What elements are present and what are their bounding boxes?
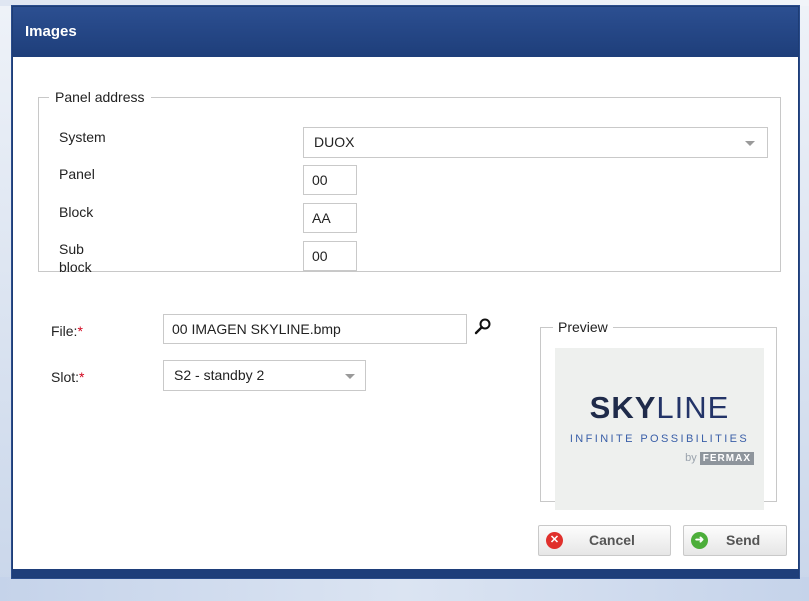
file-required-mark: * <box>77 323 83 339</box>
file-label: File:* <box>51 323 83 339</box>
preview-group: Preview SKYLINE INFINITE POSSIBILITIES b… <box>540 319 777 510</box>
panel-label: Panel <box>59 166 95 182</box>
dialog-title: Images <box>25 23 77 40</box>
preview-image: SKYLINE INFINITE POSSIBILITIES by FERMAX <box>555 348 764 510</box>
subblock-label-line2: block <box>59 259 92 275</box>
cancel-button[interactable]: ✕ Cancel <box>538 525 671 556</box>
slot-select-value: S2 - standby 2 <box>174 367 265 383</box>
dialog-title-bar[interactable]: Images <box>13 7 798 57</box>
search-icon[interactable] <box>473 317 493 337</box>
send-button-label: Send <box>726 532 761 548</box>
panel-address-group: Panel address System DUOX Panel 00 Block… <box>38 89 781 275</box>
system-select-value: DUOX <box>314 134 355 150</box>
send-icon: ➜ <box>691 532 708 549</box>
block-label: Block <box>59 204 94 220</box>
system-select[interactable]: DUOX <box>303 127 768 158</box>
subblock-input[interactable]: 00 <box>303 241 357 271</box>
background-bottom <box>0 577 809 601</box>
send-button[interactable]: ➜ Send <box>683 525 787 556</box>
slot-label: Slot:* <box>51 369 85 385</box>
slot-required-mark: * <box>79 369 85 385</box>
system-label: System <box>59 129 106 145</box>
file-input[interactable]: 00 IMAGEN SKYLINE.bmp <box>163 314 467 344</box>
background-right <box>799 6 809 601</box>
chevron-down-icon <box>345 374 355 379</box>
skyline-logo: SKYLINE <box>589 390 730 425</box>
block-input[interactable]: AA <box>303 203 357 233</box>
subblock-label-line1: Sub <box>59 241 84 257</box>
images-dialog: Images Panel address System DUOX Panel 0… <box>12 6 799 578</box>
slot-select[interactable]: S2 - standby 2 <box>163 360 366 391</box>
dialog-bottom-band <box>13 569 798 577</box>
logo-by-fermax: by FERMAX <box>685 452 754 465</box>
logo-tagline: INFINITE POSSIBILITIES <box>569 433 750 445</box>
preview-legend: Preview <box>558 319 608 335</box>
background-left <box>0 6 12 601</box>
panel-address-legend: Panel address <box>55 89 145 105</box>
fermax-logo: FERMAX <box>699 452 754 465</box>
cancel-button-label: Cancel <box>589 532 635 548</box>
panel-input[interactable]: 00 <box>303 165 357 195</box>
chevron-down-icon <box>745 141 755 146</box>
cancel-icon: ✕ <box>546 532 563 549</box>
